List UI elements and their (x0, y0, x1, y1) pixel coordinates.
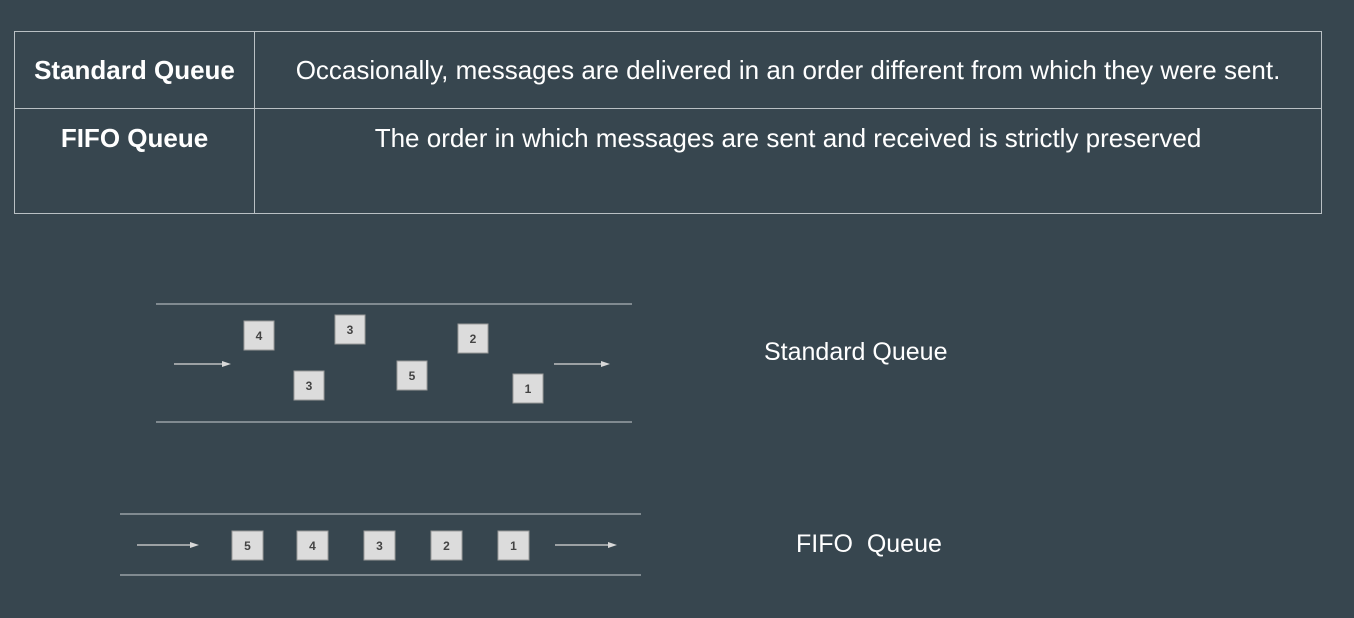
page: Standard Queue Occasionally, messages ar… (0, 0, 1354, 618)
message-box: 3 (293, 370, 325, 401)
message-number: 2 (443, 539, 450, 553)
message-number: 2 (470, 332, 477, 346)
message-box: 2 (430, 530, 463, 561)
message-box: 3 (334, 314, 366, 345)
outgoing-arrow-icon (554, 361, 610, 367)
incoming-arrow-icon (137, 542, 199, 548)
fifo-queue-caption: FIFO Queue (796, 530, 942, 558)
message-number: 5 (409, 369, 416, 383)
message-number: 4 (309, 539, 316, 553)
message-box: 4 (296, 530, 329, 561)
standard-queue-caption: Standard Queue (764, 338, 948, 366)
message-number: 3 (376, 539, 383, 553)
message-number: 3 (347, 323, 354, 337)
message-box: 3 (363, 530, 396, 561)
message-number: 4 (256, 329, 263, 343)
message-box: 1 (512, 373, 544, 404)
message-number: 1 (525, 382, 532, 396)
outgoing-arrow-icon (555, 542, 617, 548)
message-box: 1 (497, 530, 530, 561)
fifo-queue-lane: 5 4 3 2 1 (120, 513, 641, 576)
incoming-arrow-icon (174, 361, 231, 367)
message-box: 4 (243, 320, 275, 351)
message-number: 5 (244, 539, 251, 553)
message-number: 1 (510, 539, 517, 553)
message-box: 5 (231, 530, 264, 561)
message-box: 5 (396, 360, 428, 391)
message-number: 3 (306, 379, 313, 393)
standard-queue-lane: 4 3 3 5 2 1 (156, 303, 632, 423)
queue-diagram: 4 3 3 5 2 1 5 4 3 2 1 (120, 303, 641, 576)
message-box: 2 (457, 323, 489, 354)
